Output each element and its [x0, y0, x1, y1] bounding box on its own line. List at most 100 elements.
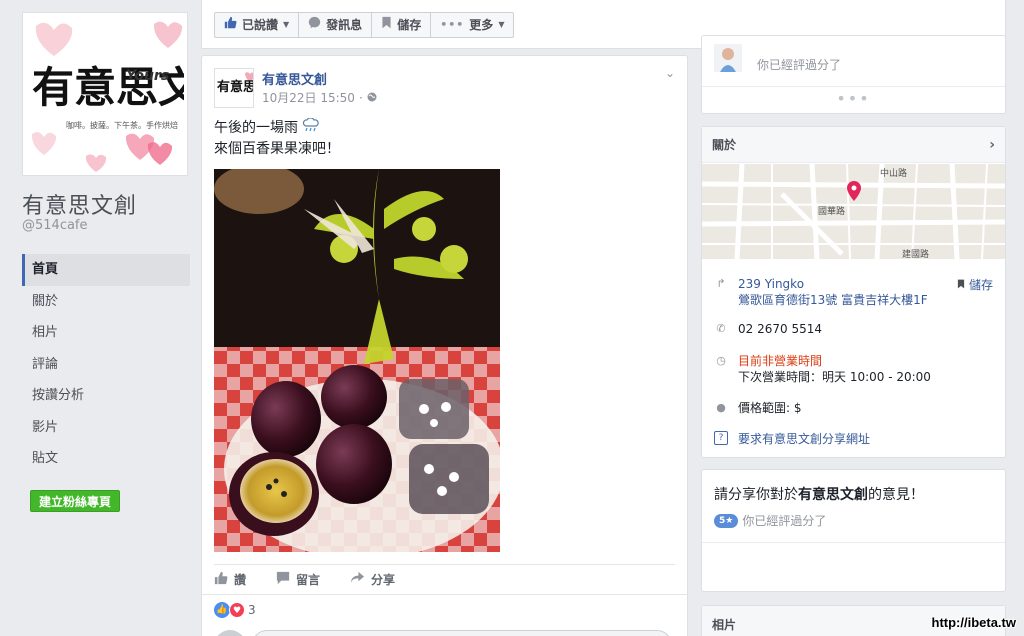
message-button[interactable]: 發訊息: [299, 12, 373, 38]
post-text-line2: 來個百香果果凍吧！: [214, 141, 340, 157]
map-road-label: 中山路: [880, 167, 907, 179]
clock-icon: ◷: [716, 354, 726, 367]
post-author-avatar[interactable]: 有意思文創: [214, 68, 254, 108]
divider: [202, 594, 687, 595]
comment-composer: [214, 630, 672, 636]
save-place-link[interactable]: 儲存: [957, 276, 993, 293]
rain-cloud-icon: [302, 117, 320, 136]
nav-item-posts[interactable]: 貼文: [22, 443, 190, 475]
nav-item-likes[interactable]: 按讚分析: [22, 380, 190, 412]
thumbs-up-icon: [224, 13, 237, 37]
phone-icon: ✆: [716, 322, 726, 335]
address-line2[interactable]: 鶯歌區育德街13號 富貴吉祥大樓1F: [738, 292, 928, 308]
nav-item-videos[interactable]: 影片: [22, 412, 190, 444]
save-label: 儲存: [397, 18, 422, 32]
divider: [702, 542, 1005, 543]
like-label: 讚: [234, 572, 247, 587]
meta-separator: ·: [358, 90, 363, 105]
avatar-logo-text: 有意思文創: [217, 79, 254, 95]
price-range: 價格範圍: $: [738, 401, 802, 415]
left-sidebar: 有意思文創 Yours 咖啡。披薩。下午茶。手作烘焙 有意思文創 @514caf…: [0, 0, 200, 636]
share-label: 分享: [371, 572, 396, 587]
post-photo[interactable]: [214, 169, 500, 552]
post-text: 午後的一場雨 來個百香果果凍吧！: [214, 117, 340, 160]
create-page-button[interactable]: 建立粉絲專頁: [30, 490, 121, 512]
share-sub: 5★ 你已經評過分了: [714, 512, 826, 529]
nav-item-reviews[interactable]: 評論: [22, 349, 190, 381]
more-button[interactable]: ••• 更多 ▼: [431, 12, 515, 38]
bookmark-icon: [957, 278, 965, 292]
question-icon: ?: [714, 431, 728, 445]
thumbs-up-icon: [214, 571, 228, 588]
like-reaction-icon: 👍: [214, 602, 230, 618]
divider: [214, 564, 675, 565]
share-action[interactable]: 分享: [350, 568, 395, 590]
post-meta: 10月22日 15:50 ·: [262, 89, 377, 106]
logo-image: 有意思文創 Yours 咖啡。披薩。下午茶。手作烘焙: [26, 16, 184, 174]
about-header[interactable]: 關於 ›: [702, 127, 1005, 163]
post-date[interactable]: 10月22日 15:50: [262, 89, 355, 106]
nav-item-photos[interactable]: 相片: [22, 317, 190, 349]
avatar: [714, 44, 742, 72]
post-text-line1: 午後的一場雨: [214, 120, 298, 136]
map-road-label: 建國路: [902, 248, 929, 259]
caret-down-icon: ▼: [498, 20, 505, 29]
bookmark-icon: [381, 13, 392, 37]
globe-icon: [367, 91, 377, 105]
watermark: http://ibeta.tw: [931, 615, 1017, 630]
comment-icon: [276, 571, 290, 588]
more-label: 更多: [469, 18, 494, 32]
map[interactable]: 中山路 國華路 建國路: [702, 164, 1005, 259]
more-dots-icon[interactable]: •••: [702, 86, 1005, 108]
about-title: 關於: [712, 138, 737, 152]
page-handle[interactable]: @514cafe: [22, 218, 88, 233]
post-action-row: 讚 留言 分享: [214, 568, 395, 590]
reaction-count: 3: [248, 603, 256, 617]
share-opinion-card: 請分享你對於有意思文創的意見！ 5★ 你已經評過分了: [701, 469, 1006, 592]
nav-item-about[interactable]: 關於: [22, 286, 190, 318]
reviewed-text: 你已經評過分了: [757, 58, 842, 72]
request-url-row: ? 要求有意思文創分享網址: [714, 431, 870, 447]
nav-item-home[interactable]: 首頁: [22, 254, 190, 286]
reviewed-text: 你已經評過分了: [742, 514, 827, 528]
chevron-right-icon: ›: [989, 136, 995, 153]
comment-action[interactable]: 留言: [276, 568, 320, 590]
request-url-link[interactable]: 要求有意思文創分享網址: [738, 431, 870, 447]
page-nav: 首頁 關於 相片 評論 按讚分析 影片 貼文: [22, 254, 190, 475]
message-label: 發訊息: [326, 18, 363, 32]
save-button[interactable]: 儲存: [372, 12, 432, 38]
page-profile-picture[interactable]: 有意思文創 Yours 咖啡。披薩。下午茶。手作烘焙: [22, 12, 188, 176]
post-author-name[interactable]: 有意思文創: [262, 69, 327, 88]
save-place-label: 儲存: [968, 278, 993, 292]
hours-row: ◷ 目前非營業時間 下次營業時間：明天 10:00 - 20:00: [714, 353, 931, 385]
love-reaction-icon: ♥: [229, 602, 245, 618]
comment-label: 留言: [296, 572, 321, 587]
directions-icon: ↱: [716, 277, 726, 290]
post-card: 有意思文創 有意思文創 10月22日 15:50 · ⌄ 午後的一場雨 來個百香…: [201, 55, 688, 636]
about-card: 關於 › 中山路 國華路 建國路 ↱ 239 Yingko 鶯歌區育德街13號 …: [701, 126, 1006, 458]
next-hours: 下次營業時間：明天 10:00 - 20:00: [738, 370, 931, 384]
address-row: ↱ 239 Yingko 鶯歌區育德街13號 富貴吉祥大樓1F: [714, 276, 928, 308]
more-dots-icon: •••: [440, 18, 465, 31]
share-title: 請分享你對於有意思文創的意見！: [714, 484, 924, 504]
info-icon: ●: [716, 401, 726, 414]
share-title-suffix: 的意見！: [868, 487, 924, 503]
rating-badge: 5★: [714, 513, 739, 528]
reaction-summary[interactable]: 👍 ♥ 3: [214, 602, 256, 618]
review-card: 你已經評過分了 •••: [701, 35, 1006, 114]
share-title-name[interactable]: 有意思文創: [798, 487, 868, 503]
like-action[interactable]: 讚: [214, 568, 246, 590]
comment-input[interactable]: [252, 630, 672, 636]
price-row: ● 價格範圍: $: [714, 400, 802, 416]
liked-button[interactable]: 已說讚 ▼: [214, 12, 300, 38]
address-line1[interactable]: 239 Yingko: [738, 276, 928, 292]
avatar: [214, 630, 246, 636]
caret-down-icon: ▼: [283, 20, 290, 29]
share-arrow-icon: [350, 571, 365, 587]
map-road-label: 國華路: [818, 205, 845, 217]
phone-number[interactable]: 02 2670 5514: [738, 321, 822, 337]
messenger-icon: [308, 13, 321, 37]
share-title-prefix: 請分享你對於: [714, 487, 798, 503]
logo-subtext: 咖啡。披薩。下午茶。手作烘焙: [66, 120, 178, 130]
post-options-chevron-icon[interactable]: ⌄: [665, 66, 675, 80]
